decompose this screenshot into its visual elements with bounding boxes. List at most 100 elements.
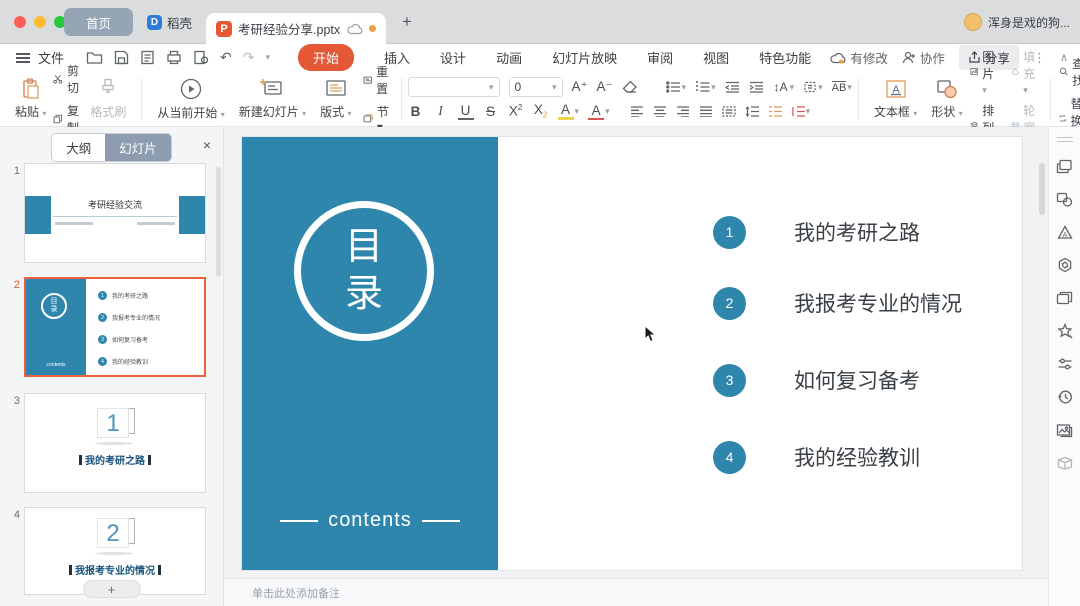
font-family-select[interactable]: ▾ <box>408 77 500 97</box>
clear-format-eraser-icon[interactable] <box>622 80 638 94</box>
layout-button[interactable]: 版式 ▾ <box>313 75 358 123</box>
slide-thumbnail-1[interactable]: 考研经验交流 <box>24 163 206 263</box>
sidebar-scrollbar[interactable] <box>216 167 221 277</box>
new-slide-button[interactable]: 新建幻灯片 ▾ <box>232 75 313 123</box>
superscript-button[interactable]: X2 <box>508 103 524 119</box>
slide-thumbnail-row-3: 3 1 我的考研之路 <box>6 393 212 493</box>
font-color-button[interactable]: A▾ <box>588 103 610 120</box>
paste-button[interactable]: 粘贴 ▾ <box>8 75 53 123</box>
quickbar-more-caret-icon[interactable]: ▾ <box>265 52 270 63</box>
fill-button[interactable]: 填充 ▾ <box>1011 48 1042 96</box>
paragraph-spacing-button[interactable]: ▾ <box>803 81 823 93</box>
slide-library-icon[interactable] <box>1056 289 1074 307</box>
close-panel-icon[interactable]: × <box>203 137 211 153</box>
thumb2-toc-ring: 目录 <box>41 293 67 319</box>
export-pdf-icon[interactable] <box>140 50 155 65</box>
distribute-text-button[interactable] <box>722 106 736 117</box>
align-left-button[interactable] <box>630 106 644 117</box>
canvas-scrollbar[interactable] <box>1039 163 1045 215</box>
settings-sliders-icon[interactable] <box>1056 355 1074 373</box>
ribbon-tab-design[interactable]: 设计 <box>440 48 466 67</box>
shapes-panel-icon[interactable] <box>1056 190 1074 208</box>
new-tab-button[interactable]: + <box>402 12 412 32</box>
ribbon-tab-home[interactable]: 开始 <box>298 44 354 71</box>
effects-wand-icon[interactable] <box>1056 322 1074 340</box>
thumb2-item: 4我的经验教训 <box>98 357 148 366</box>
textbox-button[interactable]: A 文本框 ▾ <box>867 75 924 123</box>
bullet-list-button[interactable]: ▾ <box>666 81 687 93</box>
font-size-select[interactable]: 0▾ <box>509 77 563 97</box>
numbered-list-button[interactable]: ▾ <box>695 81 716 93</box>
smart-beautify-icon[interactable] <box>1056 256 1074 274</box>
character-spacing-button[interactable]: AB▾ <box>832 81 852 94</box>
traffic-lights <box>14 16 66 28</box>
slide-copy-icon[interactable] <box>1056 157 1074 175</box>
tab-docer[interactable]: D 稻壳 <box>133 8 206 36</box>
subscript-button[interactable]: X2 <box>533 102 549 120</box>
align-right-button[interactable] <box>676 106 690 117</box>
ribbon-tab-animation[interactable]: 动画 <box>496 48 522 67</box>
bold-button[interactable]: B <box>408 104 424 119</box>
increase-indent-button[interactable] <box>749 81 764 93</box>
shapes-button[interactable]: 形状 ▾ <box>924 75 969 123</box>
toc-char-1: 目 <box>345 224 383 272</box>
highlight-color-button[interactable]: A▾ <box>558 102 580 120</box>
tab-slides[interactable]: 幻灯片 <box>105 134 171 161</box>
italic-button[interactable]: I <box>433 103 449 119</box>
slide-thumbnail-3[interactable]: 1 我的考研之路 <box>24 393 206 493</box>
strikethrough-button[interactable]: S <box>483 104 499 119</box>
line-spacing-button[interactable] <box>745 106 759 117</box>
cut-button[interactable]: 剪切 <box>53 62 83 96</box>
thumb2-item: 1我的考研之路 <box>98 291 148 300</box>
underline-button[interactable]: U <box>458 103 474 120</box>
minimize-window-button[interactable] <box>34 16 46 28</box>
ribbon-tab-review[interactable]: 审阅 <box>647 48 673 67</box>
reset-button[interactable]: 重置 <box>363 63 393 97</box>
save-icon[interactable] <box>114 50 129 65</box>
modified-status[interactable]: 有修改 <box>830 48 888 67</box>
ribbon-tab-view[interactable]: 视图 <box>703 48 729 67</box>
notes-bar[interactable]: 单击此处添加备注 <box>224 578 1048 606</box>
paragraph-indent-button[interactable] <box>768 106 782 117</box>
slide-number: 4 <box>6 507 20 595</box>
increase-font-icon[interactable]: A⁺ <box>572 79 588 95</box>
tab-home[interactable]: 首页 <box>64 8 133 36</box>
find-button[interactable]: 查找 <box>1059 55 1080 89</box>
editing-canvas: 目 录 contents 1 我的考研之路 2 我报考专业的情况 <box>224 127 1048 606</box>
ribbon-tab-features[interactable]: 特色功能 <box>759 48 811 67</box>
play-from-current-button[interactable]: 从当前开始 ▾ <box>150 75 231 123</box>
decrease-indent-button[interactable] <box>725 81 740 93</box>
collaborate-button[interactable]: 协作 <box>902 48 945 67</box>
format-painter-button[interactable]: 格式刷 <box>83 75 133 123</box>
user-account[interactable]: 浑身是戏的狗... <box>964 13 1070 31</box>
current-slide[interactable]: 目 录 contents 1 我的考研之路 2 我报考专业的情况 <box>242 137 1022 570</box>
text-direction-button[interactable]: ↕A▾ <box>773 80 795 94</box>
window-titlebar: 首页 D 稻壳 P 考研经验分享.pptx + 浑身是戏的狗... <box>0 0 1080 44</box>
design-tool-icon[interactable]: A <box>1056 223 1074 241</box>
paragraph-layout-button[interactable]: ▾ <box>791 106 811 117</box>
image-library-icon[interactable] <box>1056 421 1074 439</box>
justify-button[interactable] <box>699 106 713 117</box>
tab-outline[interactable]: 大纲 <box>52 134 105 161</box>
close-window-button[interactable] <box>14 16 26 28</box>
cut-label: 剪切 <box>67 62 83 96</box>
add-slide-button[interactable]: + <box>83 580 141 598</box>
decrease-font-icon[interactable]: A⁻ <box>597 79 613 95</box>
open-file-icon[interactable] <box>86 50 103 65</box>
panel-drag-handle-icon[interactable] <box>1057 137 1073 142</box>
history-icon[interactable] <box>1056 388 1074 406</box>
toc-item-2: 2 我报考专业的情况 <box>713 286 962 320</box>
print-preview-icon[interactable] <box>193 50 209 65</box>
layout-label: 版式 ▾ <box>320 103 351 120</box>
ribbon-tab-slideshow[interactable]: 幻灯片放映 <box>552 48 617 67</box>
undo-icon[interactable]: ↶ <box>220 49 232 66</box>
hamburger-menu-icon[interactable] <box>16 53 30 63</box>
redo-icon[interactable]: ↷ <box>243 49 255 66</box>
tab-presentation-active[interactable]: P 考研经验分享.pptx <box>206 13 386 44</box>
align-center-button[interactable] <box>653 106 667 117</box>
toc-item-4: 4 我的经验教训 <box>713 440 920 474</box>
resource-box-icon[interactable] <box>1056 454 1074 472</box>
picture-button[interactable]: 图片 ▾ <box>970 48 1001 96</box>
slide-thumbnail-2-selected[interactable]: 目录 contents 1我的考研之路 2我报考专业的情况 3如何复习备考 4我… <box>24 277 206 377</box>
print-icon[interactable] <box>166 50 182 65</box>
